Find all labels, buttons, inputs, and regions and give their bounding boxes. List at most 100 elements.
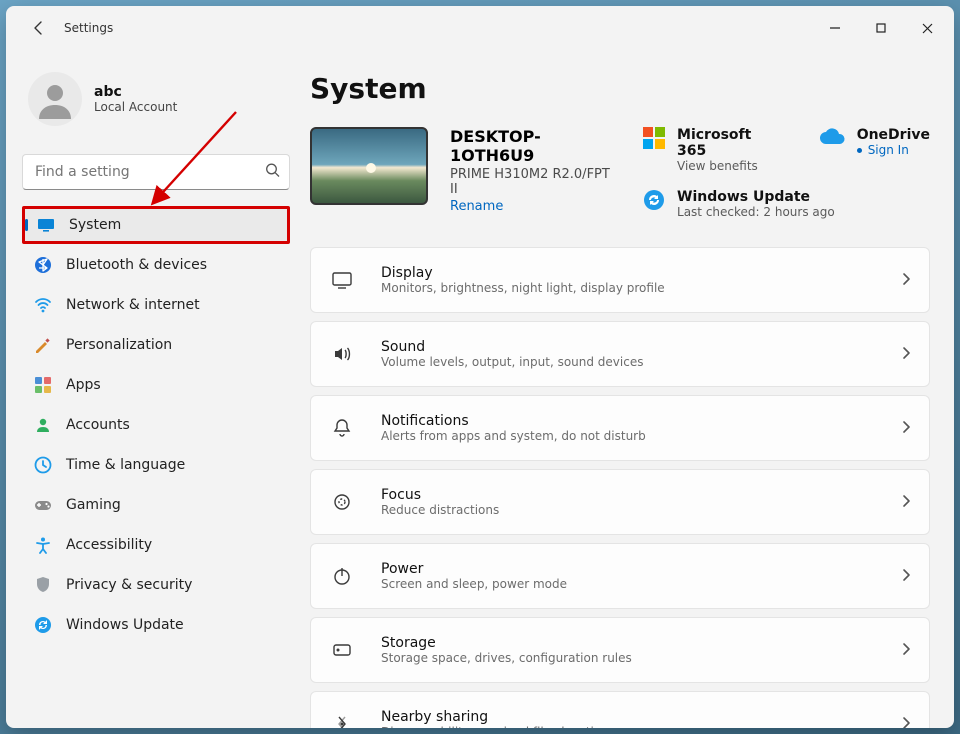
privacy-icon: [34, 576, 52, 594]
sidebar-item-apps[interactable]: Apps: [22, 366, 290, 404]
sidebar-item-label: Personalization: [66, 337, 172, 353]
sidebar-item-time[interactable]: Time & language: [22, 446, 290, 484]
nearby-icon: [327, 713, 357, 728]
onedrive-title: OneDrive: [857, 127, 930, 143]
onedrive-promo[interactable]: OneDrive Sign In: [819, 127, 930, 173]
settings-cards: Display Monitors, brightness, night ligh…: [310, 247, 930, 728]
sidebar-item-bluetooth[interactable]: Bluetooth & devices: [22, 246, 290, 284]
chevron-right-icon: [899, 493, 913, 512]
window-controls: [812, 12, 950, 44]
chevron-right-icon: [899, 419, 913, 438]
ms365-sub: View benefits: [677, 159, 779, 173]
sidebar-item-personalization[interactable]: Personalization: [22, 326, 290, 364]
accessibility-icon: [34, 536, 52, 554]
device-name: DESKTOP-1OTH6U9: [450, 127, 621, 165]
sound-icon: [327, 343, 357, 365]
sidebar-item-label: Accessibility: [66, 537, 152, 553]
network-icon: [34, 296, 52, 314]
chevron-right-icon: [899, 715, 913, 729]
maximize-icon: [876, 23, 886, 33]
card-subtitle: Alerts from apps and system, do not dist…: [381, 429, 646, 443]
card-storage[interactable]: Storage Storage space, drives, configura…: [310, 617, 930, 683]
arrow-left-icon: [31, 20, 47, 36]
maximize-button[interactable]: [858, 12, 904, 44]
sidebar-nav: System Bluetooth & devices Network & inter…: [22, 206, 290, 644]
card-title: Storage: [381, 635, 632, 651]
search-field[interactable]: [22, 154, 290, 190]
search-input[interactable]: [22, 154, 290, 190]
onedrive-sub: Sign In: [857, 143, 930, 157]
card-subtitle: Screen and sleep, power mode: [381, 577, 567, 591]
sidebar-item-label: Windows Update: [66, 617, 184, 633]
windows-update-promo[interactable]: Windows Update Last checked: 2 hours ago: [643, 189, 930, 219]
sidebar-item-update[interactable]: Windows Update: [22, 606, 290, 644]
microsoft-logo-icon: [643, 127, 665, 153]
sidebar-item-label: Accounts: [66, 417, 130, 433]
person-icon: [35, 79, 75, 119]
card-notifications[interactable]: Notifications Alerts from apps and syste…: [310, 395, 930, 461]
accounts-icon: [34, 416, 52, 434]
card-title: Display: [381, 265, 665, 281]
card-subtitle: Reduce distractions: [381, 503, 499, 517]
chevron-right-icon: [899, 345, 913, 364]
card-focus[interactable]: Focus Reduce distractions: [310, 469, 930, 535]
storage-icon: [327, 639, 357, 661]
chevron-right-icon: [899, 641, 913, 660]
sidebar-item-label: Bluetooth & devices: [66, 257, 207, 273]
apps-icon: [34, 376, 52, 394]
user-block[interactable]: abc Local Account: [22, 50, 290, 144]
close-button[interactable]: [904, 12, 950, 44]
sidebar-item-label: Network & internet: [66, 297, 200, 313]
sidebar-item-accounts[interactable]: Accounts: [22, 406, 290, 444]
sidebar-item-label: Gaming: [66, 497, 121, 513]
minimize-icon: [830, 23, 840, 33]
minimize-button[interactable]: [812, 12, 858, 44]
power-icon: [327, 565, 357, 587]
card-power[interactable]: Power Screen and sleep, power mode: [310, 543, 930, 609]
sidebar-item-label: Apps: [66, 377, 101, 393]
card-title: Nearby sharing: [381, 709, 609, 725]
card-nearby[interactable]: Nearby sharing Discoverability, received…: [310, 691, 930, 728]
sidebar-item-network[interactable]: Network & internet: [22, 286, 290, 324]
chevron-right-icon: [899, 567, 913, 586]
app-title: Settings: [64, 21, 113, 35]
sidebar-item-gaming[interactable]: Gaming: [22, 486, 290, 524]
card-title: Sound: [381, 339, 643, 355]
user-account-type: Local Account: [94, 100, 177, 114]
desktop-wallpaper-thumbnail[interactable]: [310, 127, 428, 205]
bluetooth-icon: [34, 256, 52, 274]
focus-icon: [327, 491, 357, 513]
gaming-icon: [34, 496, 52, 514]
titlebar: Settings: [6, 6, 954, 50]
card-title: Notifications: [381, 413, 646, 429]
sidebar-item-accessibility[interactable]: Accessibility: [22, 526, 290, 564]
notifications-icon: [327, 417, 357, 439]
sidebar-item-label: System: [69, 217, 121, 233]
ms365-promo[interactable]: Microsoft 365 View benefits: [643, 127, 779, 173]
sidebar-item-system[interactable]: System: [22, 206, 290, 244]
page-title: System: [310, 72, 930, 105]
close-icon: [922, 23, 933, 34]
card-subtitle: Volume levels, output, input, sound devi…: [381, 355, 643, 369]
back-button[interactable]: [22, 11, 56, 45]
card-subtitle: Discoverability, received files location: [381, 725, 609, 728]
ms365-title: Microsoft 365: [677, 127, 779, 159]
settings-window: Settings abc Local Account: [6, 6, 954, 728]
rename-link[interactable]: Rename: [450, 199, 621, 214]
card-title: Focus: [381, 487, 499, 503]
system-icon: [37, 216, 55, 234]
card-sound[interactable]: Sound Volume levels, output, input, soun…: [310, 321, 930, 387]
card-display[interactable]: Display Monitors, brightness, night ligh…: [310, 247, 930, 313]
sidebar-item-label: Privacy & security: [66, 577, 192, 593]
sidebar-item-privacy[interactable]: Privacy & security: [22, 566, 290, 604]
card-subtitle: Monitors, brightness, night light, displ…: [381, 281, 665, 295]
update-title: Windows Update: [677, 189, 835, 205]
personalization-icon: [34, 336, 52, 354]
main-content: System DESKTOP-1OTH6U9 PRIME H310M2 R2.0…: [306, 50, 954, 728]
time-icon: [34, 456, 52, 474]
update-sub: Last checked: 2 hours ago: [677, 205, 835, 219]
device-hero: DESKTOP-1OTH6U9 PRIME H310M2 R2.0/FPT II…: [310, 127, 930, 219]
sync-icon: [643, 189, 665, 215]
card-title: Power: [381, 561, 567, 577]
update-icon: [34, 616, 52, 634]
